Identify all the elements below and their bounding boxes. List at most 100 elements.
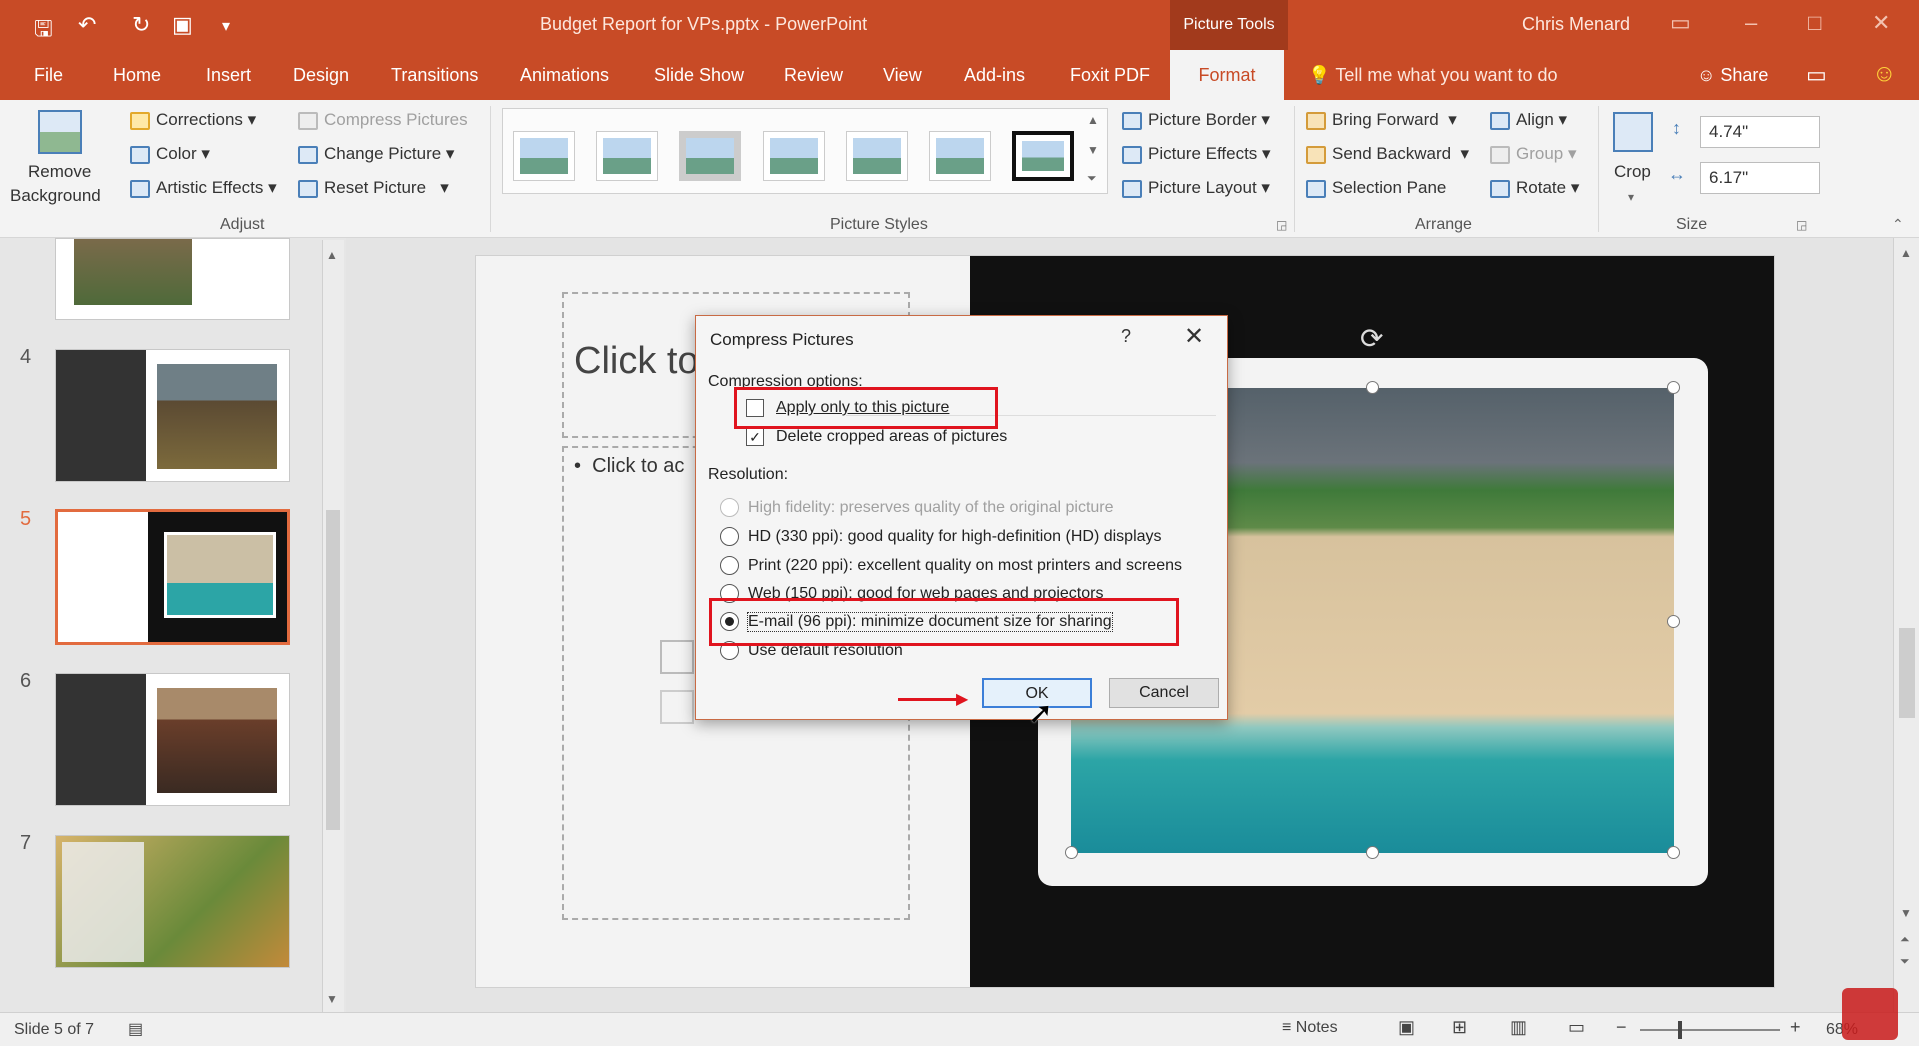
tab-home[interactable]: Home [113, 50, 161, 100]
scroll-down-icon[interactable]: ▼ [326, 992, 338, 1006]
shape-width-input[interactable]: 6.17" [1700, 162, 1820, 194]
zoom-out-icon[interactable]: − [1616, 1017, 1627, 1038]
tell-me-search[interactable]: 💡 Tell me what you want to do [1308, 50, 1558, 100]
comments-icon[interactable]: ▭ [1806, 62, 1827, 88]
tab-foxit[interactable]: Foxit PDF [1070, 50, 1150, 100]
gallery-more-icon[interactable]: ⏷ [1087, 171, 1097, 186]
rotate-button[interactable]: Rotate ▾ [1490, 178, 1579, 198]
scroll-up-icon[interactable]: ▲ [1900, 246, 1912, 260]
tab-addins[interactable]: Add-ins [964, 50, 1025, 100]
resize-handle[interactable] [1667, 846, 1680, 859]
hd-label[interactable]: HD (330 ppi): good quality for high-defi… [748, 528, 1162, 546]
gallery-up-icon[interactable]: ▲ [1087, 113, 1099, 127]
cancel-button[interactable]: Cancel [1109, 678, 1219, 708]
print-label[interactable]: Print (220 ppi): excellent quality on mo… [748, 557, 1182, 575]
maximize-icon[interactable]: □ [1808, 10, 1821, 36]
high-fidelity-radio[interactable] [720, 498, 739, 517]
picture-border-button[interactable]: Picture Border ▾ [1122, 110, 1270, 130]
zoom-slider[interactable] [1640, 1029, 1780, 1031]
tab-animations[interactable]: Animations [520, 50, 609, 100]
spell-check-icon[interactable]: ▤ [128, 1019, 143, 1039]
delete-cropped-label[interactable]: Delete cropped areas of pictures [776, 428, 1007, 446]
color-button[interactable]: Color ▾ [130, 144, 210, 164]
hd-radio[interactable] [720, 527, 739, 546]
tab-file[interactable]: File [34, 50, 63, 100]
picture-style-5[interactable] [846, 131, 908, 181]
remove-background-label-2[interactable]: Background [10, 186, 101, 206]
save-icon[interactable]: 🖫 [34, 12, 53, 50]
remove-background-icon[interactable] [38, 110, 82, 154]
crop-label[interactable]: Crop [1614, 162, 1651, 182]
slide-scrollbar[interactable]: ▲ ▼ ⏶ ⏷ [1893, 238, 1919, 1012]
delete-cropped-checkbox[interactable]: ✓ [746, 428, 764, 446]
reading-view-icon[interactable]: ▥ [1510, 1017, 1527, 1038]
shape-height-input[interactable]: 4.74" [1700, 116, 1820, 148]
scroll-up-icon[interactable]: ▲ [326, 248, 338, 262]
minimize-icon[interactable]: – [1745, 10, 1757, 36]
slideshow-view-icon[interactable]: ▭ [1568, 1017, 1585, 1038]
change-picture-button[interactable]: Change Picture ▾ [298, 144, 454, 164]
bring-forward-button[interactable]: Bring Forward ▾ [1306, 110, 1457, 130]
resize-handle[interactable] [1366, 381, 1379, 394]
customize-qat-icon[interactable]: ▾ [222, 16, 230, 36]
tab-insert[interactable]: Insert [206, 50, 251, 100]
picture-style-4[interactable] [763, 131, 825, 181]
crop-dropdown-icon[interactable]: ▾ [1628, 190, 1634, 204]
artistic-effects-button[interactable]: Artistic Effects ▾ [130, 178, 277, 198]
zoom-in-icon[interactable]: + [1790, 1017, 1801, 1038]
scroll-down-icon[interactable]: ▼ [1900, 906, 1912, 920]
size-launcher-icon[interactable]: ◲ [1796, 218, 1807, 232]
crop-icon[interactable] [1613, 112, 1653, 152]
slide-sorter-icon[interactable]: ⊞ [1452, 1017, 1467, 1038]
collapse-ribbon-icon[interactable]: ⌃ [1892, 216, 1904, 233]
redo-icon[interactable]: ↻ [132, 12, 150, 38]
help-icon[interactable]: ? [1121, 326, 1131, 347]
resize-handle[interactable] [1667, 615, 1680, 628]
rotate-handle-icon[interactable]: ⟳ [1360, 322, 1383, 355]
corrections-button[interactable]: Corrections ▾ [130, 110, 256, 130]
scroll-thumb[interactable] [1899, 628, 1915, 718]
share-button[interactable]: ☺ Share [1697, 50, 1768, 100]
slide-thumbnail-3[interactable] [55, 238, 290, 320]
send-backward-button[interactable]: Send Backward ▾ [1306, 144, 1469, 164]
picture-style-7[interactable] [1012, 131, 1074, 181]
scroll-thumb[interactable] [326, 510, 340, 830]
ribbon-display-icon[interactable]: ▭ [1670, 10, 1691, 36]
smiley-icon[interactable]: ☺ [1872, 60, 1897, 88]
picture-styles-launcher-icon[interactable]: ◲ [1276, 218, 1287, 232]
tab-slideshow[interactable]: Slide Show [654, 50, 744, 100]
normal-view-icon[interactable]: ▣ [1398, 1017, 1415, 1038]
thumbnails-scrollbar[interactable]: ▲ ▼ [322, 240, 344, 1012]
picture-layout-button[interactable]: Picture Layout ▾ [1122, 178, 1270, 198]
notes-button[interactable]: ≡ Notes [1282, 1019, 1338, 1037]
close-icon[interactable]: ✕ [1184, 322, 1204, 351]
align-button[interactable]: Align ▾ [1490, 110, 1567, 130]
picture-style-1[interactable] [513, 131, 575, 181]
tab-transitions[interactable]: Transitions [391, 50, 478, 100]
picture-effects-button[interactable]: Picture Effects ▾ [1122, 144, 1271, 164]
compress-pictures-button[interactable]: Compress Pictures [298, 110, 468, 130]
undo-icon[interactable]: ↶ [78, 12, 96, 38]
zoom-slider-thumb[interactable] [1678, 1021, 1682, 1039]
gallery-down-icon[interactable]: ▼ [1087, 143, 1099, 157]
tab-design[interactable]: Design [293, 50, 349, 100]
print-radio[interactable] [720, 556, 739, 575]
picture-style-3[interactable] [679, 131, 741, 181]
slide-thumbnail-4[interactable] [55, 349, 290, 482]
resize-handle[interactable] [1065, 846, 1078, 859]
tab-format[interactable]: Format [1170, 50, 1284, 100]
slide-thumbnail-7[interactable] [55, 835, 290, 968]
remove-background-label-1[interactable]: Remove [28, 162, 91, 182]
insert-table-icon[interactable] [660, 640, 694, 674]
present-icon[interactable]: ▣ [172, 12, 193, 38]
high-fidelity-label[interactable]: High fidelity: preserves quality of the … [748, 499, 1114, 517]
tab-review[interactable]: Review [784, 50, 843, 100]
user-name[interactable]: Chris Menard [1522, 14, 1630, 35]
picture-style-2[interactable] [596, 131, 658, 181]
insert-picture-icon[interactable] [660, 690, 694, 724]
close-window-icon[interactable]: ✕ [1872, 10, 1890, 36]
resize-handle[interactable] [1667, 381, 1680, 394]
slide-thumbnail-6[interactable] [55, 673, 290, 806]
resize-handle[interactable] [1366, 846, 1379, 859]
slide-thumbnail-5[interactable] [55, 509, 290, 645]
